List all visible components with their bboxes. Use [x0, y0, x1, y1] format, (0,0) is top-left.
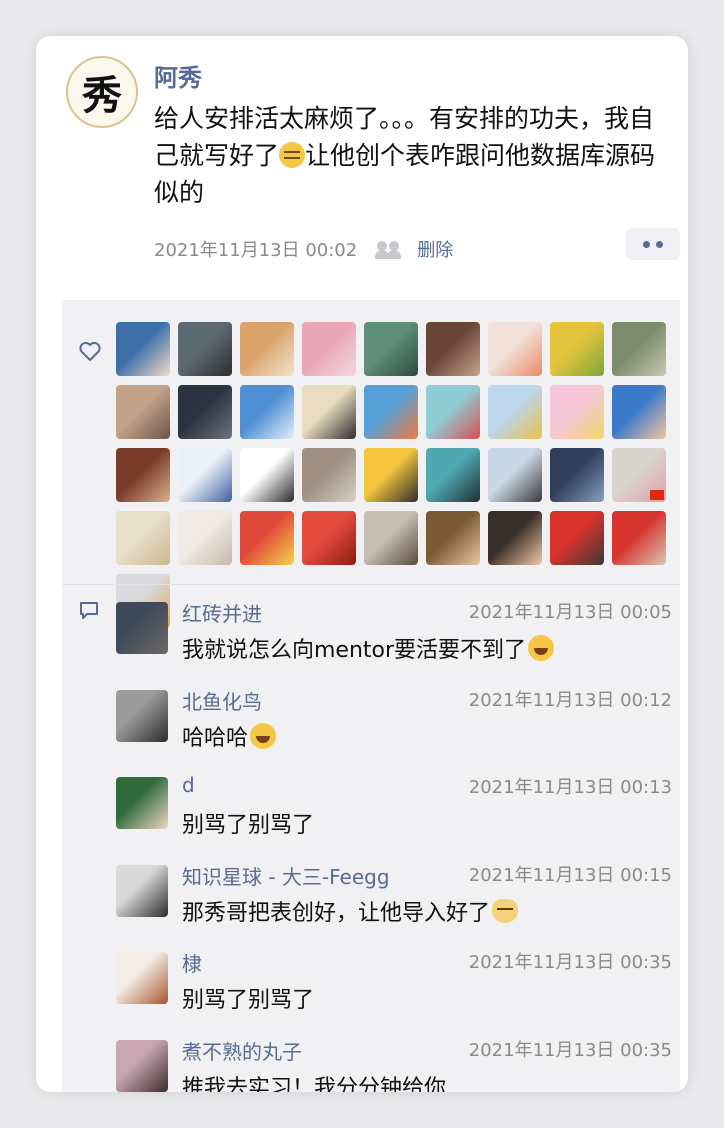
comment-timestamp: 2021年11月13日 00:05 — [468, 602, 672, 623]
post-timestamp: 2021年11月13日 00:02 — [154, 240, 358, 261]
comment-text: 我就说怎么向mentor要活要不到了 — [182, 632, 555, 664]
like-avatar[interactable] — [612, 511, 666, 565]
comment-text: 哈哈哈 — [182, 720, 277, 752]
cat-emoji-icon — [492, 898, 519, 923]
comment-row[interactable]: 北鱼化鸟 2021年11月13日 00:12 哈哈哈 — [116, 672, 672, 760]
more-dots-icon — [643, 240, 650, 248]
like-avatar[interactable] — [302, 448, 356, 502]
likes-comments-panel: 红砖并进 2021年11月13日 00:05 我就说怎么向mentor要活要不到了北… — [62, 300, 680, 1092]
comment-text: 别骂了别骂了 — [182, 807, 314, 839]
comment-text-content: 哈哈哈 — [182, 725, 249, 751]
more-dots-icon — [656, 240, 663, 248]
like-avatar[interactable] — [488, 385, 542, 439]
comments-list: 红砖并进 2021年11月13日 00:05 我就说怎么向mentor要活要不到了北… — [116, 584, 672, 1092]
commenter-name[interactable]: 棣 — [182, 948, 202, 977]
post-text: 给人安排活太麻烦了。。。有安排的功夫，我自己就写好了 让他创个表咋跟问他数据库源码… — [154, 100, 664, 211]
comment-timestamp: 2021年11月13日 00:12 — [468, 689, 672, 711]
comment-row[interactable]: 知识星球 - 大三-Feegg 2021年11月13日 00:15 那秀哥把表创好，… — [116, 847, 672, 935]
comment-text: 别骂了别骂了 — [182, 982, 314, 1014]
more-button[interactable] — [626, 228, 680, 260]
friends-icon[interactable] — [375, 239, 403, 259]
like-avatar[interactable] — [302, 385, 356, 439]
avatar-glyph: 秀 — [82, 72, 122, 119]
comment-text: 推我去实习！我分分钟给你 — [182, 1070, 446, 1092]
like-avatar[interactable] — [240, 322, 294, 376]
like-avatar[interactable] — [550, 448, 604, 502]
like-avatar[interactable] — [116, 448, 170, 502]
heart-icon — [79, 341, 101, 361]
comment-text-content: 推我去实习！我分分钟给你 — [182, 1075, 447, 1092]
commenter-avatar[interactable] — [116, 1039, 168, 1092]
comment-text-content: 那秀哥把表创好，让他导入好了 — [182, 900, 491, 926]
like-avatar[interactable] — [240, 448, 294, 502]
comment-timestamp: 2021年11月13日 00:15 — [468, 864, 672, 886]
comment-text: 那秀哥把表创好，让他导入好了 — [182, 895, 519, 927]
commenter-name[interactable]: 北鱼化鸟 — [182, 686, 262, 715]
like-avatar[interactable] — [240, 385, 294, 439]
commenter-name[interactable]: d — [182, 773, 195, 797]
like-avatar[interactable] — [364, 385, 418, 439]
like-avatar[interactable] — [488, 448, 542, 502]
comment-row[interactable]: 煮不熟的丸子 2021年11月13日 00:35 推我去实习！我分分钟给你 — [116, 1022, 672, 1092]
like-avatar[interactable] — [178, 511, 232, 565]
like-avatar[interactable] — [302, 322, 356, 376]
commenter-name[interactable]: 煮不熟的丸子 — [182, 1036, 302, 1065]
comment-row[interactable]: 棣 2021年11月13日 00:35 别骂了别骂了 — [116, 934, 672, 1022]
like-avatar[interactable] — [550, 322, 604, 376]
delete-link[interactable]: 删除 — [417, 236, 453, 262]
author-avatar[interactable]: 秀 — [66, 56, 138, 128]
commenter-avatar[interactable] — [116, 602, 168, 654]
comment-bubble-icon — [80, 602, 98, 619]
like-avatar[interactable] — [364, 511, 418, 565]
like-avatar[interactable] — [488, 322, 542, 376]
like-avatar[interactable] — [488, 511, 542, 565]
like-avatar[interactable] — [302, 511, 356, 565]
author-name[interactable]: 阿秀 — [154, 58, 202, 93]
comment-timestamp: 2021年11月13日 00:35 — [468, 952, 672, 974]
like-avatar[interactable] — [178, 322, 232, 376]
like-avatar[interactable] — [240, 511, 294, 565]
smirk-emoji-icon — [279, 142, 306, 168]
laughing-crying-emoji-icon — [528, 635, 555, 661]
like-avatar[interactable] — [116, 511, 170, 565]
commenter-name[interactable]: 知识星球 - 大三-Feegg — [182, 861, 390, 890]
commenter-avatar[interactable] — [116, 864, 168, 917]
post-meta: 2021年11月13日 00:02 删除 — [154, 236, 453, 262]
like-avatar[interactable] — [550, 511, 604, 565]
commenter-avatar[interactable] — [116, 952, 168, 1005]
comment-text-content: 别骂了别骂了 — [182, 813, 315, 839]
likes-grid — [116, 322, 676, 628]
like-avatar[interactable] — [364, 448, 418, 502]
like-avatar[interactable] — [178, 448, 232, 502]
flag-badge-icon — [650, 490, 664, 500]
commenter-avatar[interactable] — [116, 689, 168, 742]
like-avatar[interactable] — [612, 448, 666, 502]
comment-timestamp: 2021年11月13日 00:35 — [468, 1039, 672, 1061]
like-avatar[interactable] — [426, 511, 480, 565]
commenter-name[interactable]: 红砖并进 — [182, 598, 262, 627]
comment-row[interactable]: d 2021年11月13日 00:13 别骂了别骂了 — [116, 759, 672, 847]
comment-timestamp: 2021年11月13日 00:13 — [468, 777, 672, 799]
like-avatar[interactable] — [426, 322, 480, 376]
like-avatar[interactable] — [364, 322, 418, 376]
like-avatar[interactable] — [426, 448, 480, 502]
comment-text-content: 我就说怎么向mentor要活要不到了 — [182, 638, 527, 663]
commenter-avatar[interactable] — [116, 777, 168, 830]
like-avatar[interactable] — [116, 322, 170, 376]
comment-text-content: 别骂了别骂了 — [182, 988, 315, 1014]
like-avatar[interactable] — [612, 322, 666, 376]
comment-row[interactable]: 红砖并进 2021年11月13日 00:05 我就说怎么向mentor要活要不到了 — [116, 584, 672, 672]
like-avatar[interactable] — [612, 385, 666, 439]
like-avatar[interactable] — [550, 385, 604, 439]
moment-card: 秀 阿秀 给人安排活太麻烦了。。。有安排的功夫，我自己就写好了 让他创个表咋跟问他… — [36, 36, 688, 1092]
like-avatar[interactable] — [178, 385, 232, 439]
like-avatar[interactable] — [116, 385, 170, 439]
like-avatar[interactable] — [426, 385, 480, 439]
laughing-crying-emoji-icon — [250, 722, 277, 749]
